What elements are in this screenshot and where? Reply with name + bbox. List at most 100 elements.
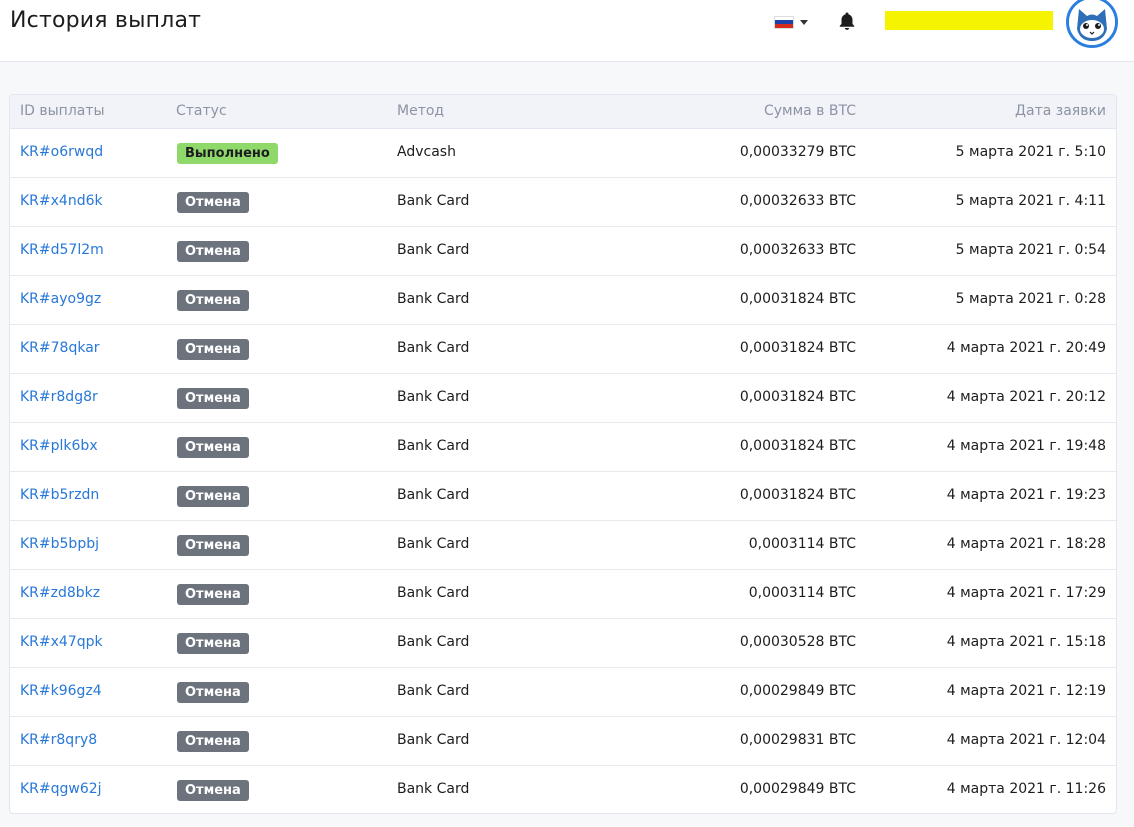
user-name[interactable] [885, 11, 1053, 30]
status-badge: Отмена [177, 535, 249, 556]
table-row: KR#k96gz4 Отмена Bank Card 0,00029849 BTC 4 … [10, 668, 1116, 717]
payout-method: Bank Card [397, 291, 470, 307]
column-header-method: Метод [397, 103, 445, 119]
payout-date: 4 марта 2021 г. 11:26 [946, 781, 1106, 797]
top-bar: История выплат [0, 0, 1134, 62]
payout-amount: 0,00033279 BTC [739, 144, 856, 160]
payout-history-table: ID выплаты Статус Метод Сумма в BTC Дата… [9, 94, 1117, 814]
cat-avatar-icon [1069, 0, 1115, 45]
payout-amount: 0,00032633 BTC [739, 193, 856, 209]
page-title: История выплат [10, 8, 202, 33]
payout-id-link[interactable]: KR#qgw62j [20, 781, 102, 797]
payout-amount: 0,00032633 BTC [739, 242, 856, 258]
status-badge: Отмена [177, 388, 249, 409]
payout-method: Bank Card [397, 389, 470, 405]
payout-method: Bank Card [397, 242, 470, 258]
status-badge: Отмена [177, 192, 249, 213]
avatar[interactable] [1066, 0, 1118, 48]
table-row: KR#r8qry8 Отмена Bank Card 0,00029831 BTC 4 … [10, 717, 1116, 766]
payout-date: 4 марта 2021 г. 15:18 [946, 634, 1106, 650]
payout-date: 5 марта 2021 г. 5:10 [955, 144, 1106, 160]
payout-method: Advcash [397, 144, 456, 160]
column-header-date: Дата заявки [1015, 103, 1106, 119]
table-row: KR#r8dg8r Отмена Bank Card 0,00031824 BTC 4 … [10, 374, 1116, 423]
column-header-status: Статус [176, 103, 227, 119]
status-badge: Отмена [177, 731, 249, 752]
payout-amount: 0,0003114 BTC [748, 536, 856, 552]
status-badge: Отмена [177, 290, 249, 311]
table-row: KR#plk6bx Отмена Bank Card 0,00031824 BTC 4 … [10, 423, 1116, 472]
payout-id-link[interactable]: KR#b5rzdn [20, 487, 99, 503]
payout-id-link[interactable]: KR#zd8bkz [20, 585, 100, 601]
payout-amount: 0,0003114 BTC [748, 585, 856, 601]
payout-date: 4 марта 2021 г. 19:48 [946, 438, 1106, 454]
payout-amount: 0,00031824 BTC [739, 340, 856, 356]
status-badge: Отмена [177, 241, 249, 262]
payout-date: 4 марта 2021 г. 19:23 [946, 487, 1106, 503]
column-header-id: ID выплаты [20, 103, 105, 119]
table-row: KR#d57l2m Отмена Bank Card 0,00032633 BTC 5 … [10, 227, 1116, 276]
payout-method: Bank Card [397, 438, 470, 454]
payout-amount: 0,00031824 BTC [739, 291, 856, 307]
payout-date: 4 марта 2021 г. 18:28 [946, 536, 1106, 552]
payout-method: Bank Card [397, 683, 470, 699]
payout-date: 4 марта 2021 г. 12:19 [946, 683, 1106, 699]
payout-method: Bank Card [397, 634, 470, 650]
table-row: KR#b5rzdn Отмена Bank Card 0,00031824 BTC 4 … [10, 472, 1116, 521]
payout-id-link[interactable]: KR#r8qry8 [20, 732, 97, 748]
payout-method: Bank Card [397, 781, 470, 797]
payout-date: 4 марта 2021 г. 17:29 [946, 585, 1106, 601]
payout-method: Bank Card [397, 536, 470, 552]
payout-id-link[interactable]: KR#ayo9gz [20, 291, 101, 307]
payout-date: 4 марта 2021 г. 12:04 [946, 732, 1106, 748]
payout-date: 4 марта 2021 г. 20:12 [946, 389, 1106, 405]
table-row: KR#zd8bkz Отмена Bank Card 0,0003114 BTC 4 м… [10, 570, 1116, 619]
payout-id-link[interactable]: KR#d57l2m [20, 242, 104, 258]
status-badge: Отмена [177, 682, 249, 703]
payout-amount: 0,00031824 BTC [739, 389, 856, 405]
payout-date: 5 марта 2021 г. 0:54 [955, 242, 1106, 258]
payout-amount: 0,00031824 BTC [739, 487, 856, 503]
table-row: KR#o6rwqd Выполнено Advcash 0,00033279 BTC 5… [10, 129, 1116, 178]
bell-icon[interactable] [838, 11, 856, 31]
payout-id-link[interactable]: KR#o6rwqd [20, 144, 103, 160]
payout-amount: 0,00029831 BTC [739, 732, 856, 748]
status-badge: Отмена [177, 633, 249, 654]
table-header: ID выплаты Статус Метод Сумма в BTC Дата… [10, 95, 1116, 129]
payout-method: Bank Card [397, 340, 470, 356]
payout-method: Bank Card [397, 487, 470, 503]
payout-id-link[interactable]: KR#b5bpbj [20, 536, 99, 552]
payout-amount: 0,00029849 BTC [739, 683, 856, 699]
table-row: KR#78qkar Отмена Bank Card 0,00031824 BTC 4 … [10, 325, 1116, 374]
table-row: KR#ayo9gz Отмена Bank Card 0,00031824 BTC 5 … [10, 276, 1116, 325]
payout-method: Bank Card [397, 193, 470, 209]
status-badge: Отмена [177, 339, 249, 360]
payout-id-link[interactable]: KR#plk6bx [20, 438, 98, 454]
russia-flag-icon [774, 15, 794, 29]
status-badge: Отмена [177, 780, 249, 801]
column-header-amount: Сумма в BTC [763, 103, 856, 119]
payout-method: Bank Card [397, 732, 470, 748]
payout-id-link[interactable]: KR#78qkar [20, 340, 100, 356]
payout-date: 4 марта 2021 г. 20:49 [946, 340, 1106, 356]
table-row: KR#qgw62j Отмена Bank Card 0,00029849 BTC 4 … [10, 766, 1116, 813]
table-row: KR#x4nd6k Отмена Bank Card 0,00032633 BTC 5 … [10, 178, 1116, 227]
payout-id-link[interactable]: KR#x4nd6k [20, 193, 103, 209]
table-row: KR#b5bpbj Отмена Bank Card 0,0003114 BTC 4 м… [10, 521, 1116, 570]
status-badge: Выполнено [177, 143, 278, 164]
status-badge: Отмена [177, 486, 249, 507]
payout-amount: 0,00029849 BTC [739, 781, 856, 797]
status-badge: Отмена [177, 437, 249, 458]
payout-id-link[interactable]: KR#x47qpk [20, 634, 103, 650]
payout-id-link[interactable]: KR#k96gz4 [20, 683, 102, 699]
payout-amount: 0,00031824 BTC [739, 438, 856, 454]
payout-date: 5 марта 2021 г. 4:11 [955, 193, 1106, 209]
payout-method: Bank Card [397, 585, 470, 601]
payout-amount: 0,00030528 BTC [739, 634, 856, 650]
payout-date: 5 марта 2021 г. 0:28 [955, 291, 1106, 307]
payout-id-link[interactable]: KR#r8dg8r [20, 389, 98, 405]
table-row: KR#x47qpk Отмена Bank Card 0,00030528 BTC 4 … [10, 619, 1116, 668]
status-badge: Отмена [177, 584, 249, 605]
language-switcher[interactable] [774, 13, 808, 31]
chevron-down-icon [800, 19, 808, 25]
